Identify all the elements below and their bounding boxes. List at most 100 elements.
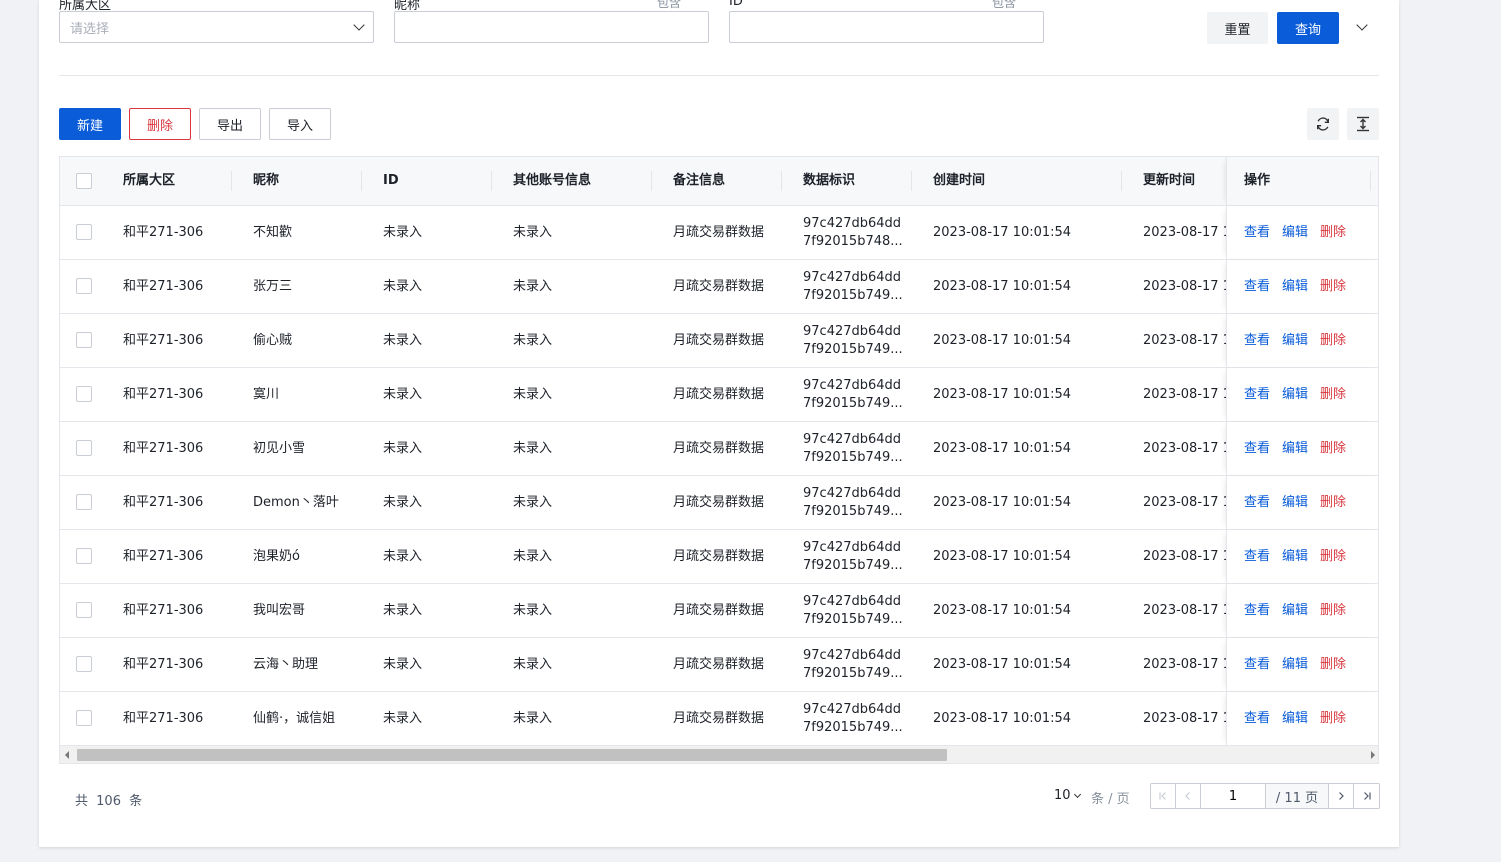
table-row[interactable]: 和平271-306 偷心贼 未录入 未录入 月疏交易群数据 97c427db64dd 7f9… <box>60 314 1378 368</box>
next-page-button[interactable] <box>1329 784 1354 808</box>
region-select[interactable]: 请选择 <box>59 11 374 43</box>
edit-link[interactable]: 编辑 <box>1282 530 1308 583</box>
view-link[interactable]: 查看 <box>1244 638 1270 691</box>
table-row[interactable]: 和平271-306 泡果奶ó 未录入 未录入 月疏交易群数据 97c427db64dd 7f… <box>60 530 1378 584</box>
row-checkbox[interactable] <box>76 386 92 402</box>
scroll-right-icon[interactable] <box>1371 751 1375 759</box>
view-link[interactable]: 查看 <box>1244 530 1270 583</box>
scroll-left-icon[interactable] <box>65 751 69 759</box>
column-header[interactable]: 备注信息 <box>673 157 725 205</box>
data-tag-line-1: 97c427db64dd <box>803 216 902 231</box>
divider <box>59 75 1379 76</box>
table-row[interactable]: 和平271-306 寞川 未录入 未录入 月疏交易群数据 97c427db64dd 7f92… <box>60 368 1378 422</box>
expand-chevron-icon[interactable] <box>1356 19 1368 31</box>
view-link[interactable]: 查看 <box>1244 584 1270 637</box>
row-actions: 查看 编辑 删除 <box>1226 584 1378 637</box>
table-row[interactable]: 和平271-306 仙鹤·，诚信姐 未录入 未录入 月疏交易群数据 97c427db64d… <box>60 692 1378 746</box>
export-button[interactable]: 导出 <box>199 108 261 140</box>
row-checkbox[interactable] <box>76 656 92 672</box>
cell-id: 未录入 <box>383 279 423 294</box>
delete-link[interactable]: 删除 <box>1320 530 1346 583</box>
cell-nickname: 云海丶助理 <box>253 657 319 672</box>
view-link[interactable]: 查看 <box>1244 314 1270 367</box>
new-button[interactable]: 新建 <box>59 108 121 140</box>
column-header[interactable]: 所属大区 <box>123 157 175 205</box>
row-checkbox[interactable] <box>76 602 92 618</box>
view-link[interactable]: 查看 <box>1244 476 1270 529</box>
query-button[interactable]: 查询 <box>1277 12 1339 44</box>
column-header[interactable]: 创建时间 <box>933 157 985 205</box>
column-header[interactable]: 数据标识 <box>803 157 855 205</box>
row-checkbox[interactable] <box>76 332 92 348</box>
nickname-match-hint[interactable]: 包含 <box>657 0 681 11</box>
table-row[interactable]: 和平271-306 云海丶助理 未录入 未录入 月疏交易群数据 97c427db64dd 7… <box>60 638 1378 692</box>
row-checkbox[interactable] <box>76 548 92 564</box>
column-header[interactable]: 昵称 <box>253 157 279 205</box>
import-button[interactable]: 导入 <box>269 108 331 140</box>
row-checkbox[interactable] <box>76 440 92 456</box>
edit-link[interactable]: 编辑 <box>1282 638 1308 691</box>
edit-link[interactable]: 编辑 <box>1282 260 1308 313</box>
view-link[interactable]: 查看 <box>1244 206 1270 259</box>
first-page-button[interactable] <box>1151 784 1176 808</box>
delete-link[interactable]: 删除 <box>1320 368 1346 421</box>
delete-link[interactable]: 删除 <box>1320 692 1346 745</box>
cell-region: 和平271-306 <box>123 441 204 456</box>
column-header[interactable]: 其他账号信息 <box>513 157 591 205</box>
delete-link[interactable]: 删除 <box>1320 638 1346 691</box>
table-row[interactable]: 和平271-306 张万三 未录入 未录入 月疏交易群数据 97c427db64dd 7f9… <box>60 260 1378 314</box>
cell-nickname: 仙鹤·，诚信姐 <box>253 711 336 726</box>
last-page-button[interactable] <box>1354 784 1379 808</box>
scrollbar-thumb[interactable] <box>77 749 947 761</box>
prev-page-button[interactable] <box>1176 784 1201 808</box>
edit-link[interactable]: 编辑 <box>1282 584 1308 637</box>
select-all-checkbox[interactable] <box>76 173 92 189</box>
column-header[interactable]: ID <box>383 157 399 205</box>
view-link[interactable]: 查看 <box>1244 422 1270 475</box>
row-checkbox[interactable] <box>76 278 92 294</box>
delete-link[interactable]: 删除 <box>1320 584 1346 637</box>
edit-link[interactable]: 编辑 <box>1282 206 1308 259</box>
id-match-hint[interactable]: 包含 <box>992 0 1016 11</box>
data-tag-line-2: 7f92015b749... <box>803 720 903 735</box>
page-size-select[interactable]: 10 <box>1054 788 1081 803</box>
row-height-button[interactable] <box>1347 108 1379 140</box>
table-row[interactable]: 和平271-306 不知歡 未录入 未录入 月疏交易群数据 97c427db64dd 7f9… <box>60 206 1378 260</box>
edit-link[interactable]: 编辑 <box>1282 368 1308 421</box>
delete-link[interactable]: 删除 <box>1320 314 1346 367</box>
edit-link[interactable]: 编辑 <box>1282 692 1308 745</box>
edit-link[interactable]: 编辑 <box>1282 476 1308 529</box>
delete-link[interactable]: 删除 <box>1320 476 1346 529</box>
total-count: 共 106 条 <box>75 794 143 809</box>
refresh-button[interactable] <box>1307 108 1339 140</box>
delete-link[interactable]: 删除 <box>1320 422 1346 475</box>
table-row[interactable]: 和平271-306 初见小雪 未录入 未录入 月疏交易群数据 97c427db64dd 7f… <box>60 422 1378 476</box>
view-link[interactable]: 查看 <box>1244 368 1270 421</box>
view-link[interactable]: 查看 <box>1244 692 1270 745</box>
cell-updated-time: 2023-08-17 10:01:54 <box>1143 549 1226 564</box>
row-checkbox[interactable] <box>76 710 92 726</box>
cell-remark: 月疏交易群数据 <box>673 495 765 510</box>
horizontal-scrollbar[interactable] <box>60 745 1378 763</box>
view-link[interactable]: 查看 <box>1244 260 1270 313</box>
edit-link[interactable]: 编辑 <box>1282 314 1308 367</box>
table-row[interactable]: 和平271-306 我叫宏哥 未录入 未录入 月疏交易群数据 97c427db64dd 7f… <box>60 584 1378 638</box>
cell-other-account: 未录入 <box>513 387 553 402</box>
row-checkbox[interactable] <box>76 494 92 510</box>
cell-remark: 月疏交易群数据 <box>673 603 765 618</box>
id-input[interactable] <box>729 11 1044 43</box>
data-tag-line-2: 7f92015b749... <box>803 666 903 681</box>
nickname-input[interactable] <box>394 11 709 43</box>
edit-link[interactable]: 编辑 <box>1282 422 1308 475</box>
column-header[interactable]: 更新时间 <box>1143 157 1195 205</box>
delete-link[interactable]: 删除 <box>1320 260 1346 313</box>
reset-button[interactable]: 重置 <box>1207 12 1268 44</box>
delete-link[interactable]: 删除 <box>1320 206 1346 259</box>
row-checkbox[interactable] <box>76 224 92 240</box>
cell-other-account: 未录入 <box>513 657 553 672</box>
page-number-input[interactable] <box>1201 784 1266 808</box>
data-tag-line-2: 7f92015b749... <box>803 504 903 519</box>
delete-button[interactable]: 删除 <box>129 108 191 140</box>
cell-id: 未录入 <box>383 711 423 726</box>
table-row[interactable]: 和平271-306 Demon丶落叶 未录入 未录入 月疏交易群数据 97c427db64… <box>60 476 1378 530</box>
